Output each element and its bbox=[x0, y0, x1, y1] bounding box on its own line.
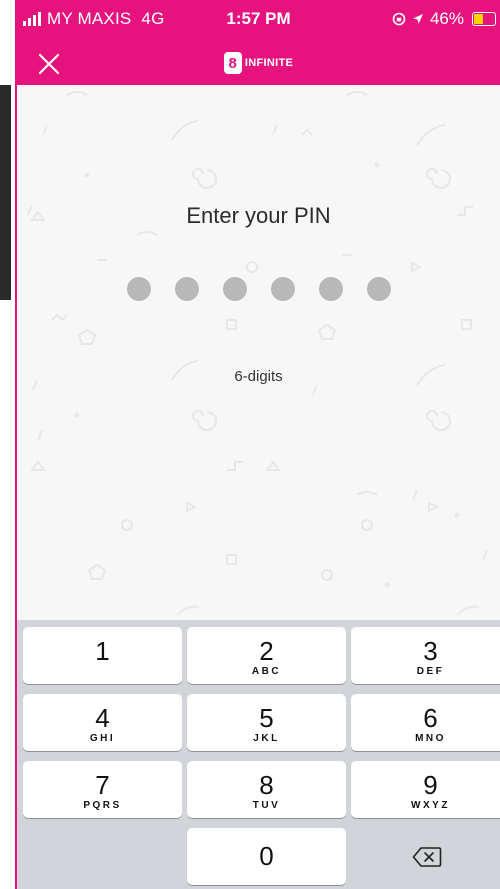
pin-dots bbox=[17, 277, 500, 301]
key-letters: GHI bbox=[89, 733, 116, 744]
key-letters: JKL bbox=[253, 733, 280, 744]
key-3[interactable]: 3 DEF bbox=[351, 627, 500, 684]
pin-dot bbox=[318, 277, 343, 301]
backspace-icon bbox=[412, 846, 441, 867]
key-digit: 8 bbox=[259, 770, 274, 800]
key-letters: MNO bbox=[415, 733, 446, 744]
pin-dot bbox=[174, 277, 199, 301]
key-digit: 4 bbox=[95, 703, 110, 733]
key-letters: PQRS bbox=[83, 800, 122, 811]
pin-content: Enter your PIN 6-digits bbox=[17, 85, 500, 620]
background-pattern bbox=[27, 91, 488, 616]
pin-dot bbox=[222, 277, 247, 301]
status-right: 46% bbox=[392, 9, 496, 29]
key-letters: TUV bbox=[252, 800, 281, 811]
location-icon bbox=[412, 14, 423, 24]
key-digit: 2 bbox=[259, 636, 274, 666]
pin-dot bbox=[366, 277, 391, 301]
numeric-keypad: 1 2 ABC 3 DEF 4 GHI 5 JKL 6 MNO 7 PQRS 8 TUV 9W… bbox=[17, 620, 500, 889]
status-bar: MY MAXIS 4G 1:57 PM 46% bbox=[17, 0, 500, 40]
key-digit: 0 bbox=[259, 841, 274, 871]
key-7[interactable]: 7 PQRS bbox=[23, 761, 182, 818]
key-0[interactable]: 0 bbox=[187, 828, 346, 885]
pin-dot bbox=[270, 277, 295, 301]
background-window-strip bbox=[0, 85, 11, 300]
key-6[interactable]: 6 MNO bbox=[351, 694, 500, 751]
phone-screen: MY MAXIS 4G 1:57 PM 46% 8 INFINITE Enter… bbox=[17, 0, 500, 889]
battery-percent: 46% bbox=[429, 9, 464, 28]
key-1[interactable]: 1 bbox=[23, 627, 182, 684]
brand-name: INFINITE bbox=[244, 57, 294, 69]
pin-dot bbox=[126, 277, 151, 301]
brand-logo: 8 INFINITE bbox=[17, 52, 500, 74]
app-header: 8 INFINITE bbox=[17, 40, 500, 85]
key-letters: ABC bbox=[251, 666, 282, 677]
pin-title: Enter your PIN bbox=[186, 203, 331, 228]
key-letters: WXYZ bbox=[411, 800, 450, 811]
key-8[interactable]: 8 TUV bbox=[187, 761, 346, 818]
pin-hint: 6-digits bbox=[234, 368, 283, 385]
key-digit: 1 bbox=[95, 636, 110, 666]
delete-button[interactable] bbox=[353, 828, 500, 885]
key-digit: 7 bbox=[95, 770, 110, 800]
key-9[interactable]: 9 WXYZ bbox=[351, 761, 500, 818]
key-2[interactable]: 2 ABC bbox=[187, 627, 346, 684]
rotation-lock-icon bbox=[392, 12, 406, 26]
battery-fill bbox=[474, 14, 483, 24]
key-digit: 3 bbox=[423, 636, 438, 666]
key-digit: 6 bbox=[423, 703, 438, 733]
key-4[interactable]: 4 GHI bbox=[23, 694, 182, 751]
key-letters: DEF bbox=[416, 666, 445, 677]
key-digit: 9 bbox=[423, 770, 438, 800]
battery-icon bbox=[472, 12, 496, 26]
key-5[interactable]: 5 JKL bbox=[187, 694, 346, 751]
brand-mark: 8 bbox=[223, 52, 242, 74]
key-digit: 5 bbox=[259, 703, 274, 733]
